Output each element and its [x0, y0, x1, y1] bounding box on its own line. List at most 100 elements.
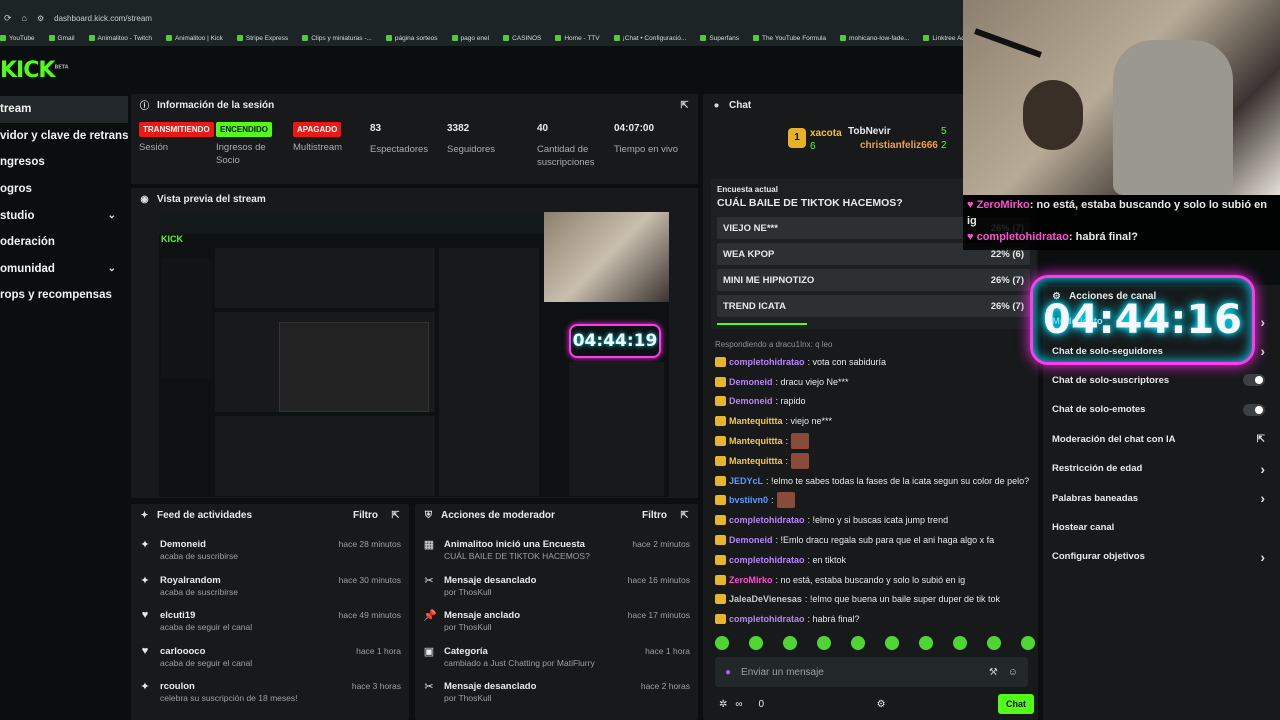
chat-username[interactable]: Mantequittta: [729, 456, 783, 466]
chat-send-button[interactable]: Chat: [998, 694, 1034, 714]
chat-message[interactable]: bvstiivn0:: [715, 491, 1035, 511]
channel-action-item[interactable]: Moderación del chat con IA ⇱: [1043, 425, 1280, 454]
toggle-switch[interactable]: [1243, 374, 1265, 387]
emote-icon[interactable]: [783, 636, 797, 650]
settings-icon[interactable]: ⚙: [877, 699, 886, 710]
list-item[interactable]: ♥ elcuti19 acaba de seguir el canal hace 49…: [131, 605, 409, 641]
bookmark[interactable]: Gmail: [48, 32, 75, 44]
stream-preview-video[interactable]: KICK 04:44:19: [159, 212, 669, 497]
sidebar-item[interactable]: ngresos: [0, 149, 128, 176]
emote-icon[interactable]: [1021, 636, 1035, 650]
poll-option[interactable]: TREND ICATA 26% (7): [717, 295, 1030, 317]
leader-second[interactable]: TobNevir: [848, 126, 891, 137]
chat-message[interactable]: completohidratao: habrá final?: [715, 609, 1035, 629]
emote-icon[interactable]: [715, 636, 729, 650]
chat-username[interactable]: Demoneid: [729, 377, 773, 387]
popout-icon[interactable]: ⇱: [679, 100, 690, 111]
emote-icon[interactable]: [885, 636, 899, 650]
chat-message[interactable]: completohidratao: en tiktok: [715, 550, 1035, 570]
emote-icon[interactable]: [817, 636, 831, 650]
chat-input[interactable]: ● Enviar un mensaje ⚒ ☺: [715, 657, 1028, 687]
bookmark[interactable]: Home - TTV: [555, 32, 600, 44]
leader-first[interactable]: xacota: [810, 128, 842, 139]
chat-username[interactable]: Demoneid: [729, 535, 773, 545]
sidebar-item[interactable]: studio ⌄: [0, 202, 128, 229]
bookmark[interactable]: página sorteos: [385, 32, 438, 44]
leader-third[interactable]: christianfeliz666: [860, 140, 938, 151]
chat-username[interactable]: completohidratao: [729, 357, 805, 367]
home-icon[interactable]: ⌂: [22, 13, 27, 23]
list-item[interactable]: ✦ Royalrandom acaba de suscribirse hace 30 …: [131, 570, 409, 606]
chat-message[interactable]: Mantequittta:: [715, 451, 1035, 471]
bookmark[interactable]: The YouTube Formula: [752, 32, 826, 44]
channel-action-item[interactable]: Configurar objetivos ›: [1043, 542, 1280, 571]
emote-icon[interactable]: [987, 636, 1001, 650]
emoji-icon[interactable]: ☺: [1008, 667, 1018, 678]
emote-icon[interactable]: [851, 636, 865, 650]
reload-icon[interactable]: ⟳: [4, 13, 12, 24]
bookmark[interactable]: mohicano-low-fade...: [840, 32, 909, 44]
chat-username[interactable]: JaleaDeVienesas: [729, 594, 802, 604]
bookmark[interactable]: CASINOS: [503, 32, 541, 44]
mod-filter-button[interactable]: Filtro: [642, 510, 667, 521]
chat-message[interactable]: ZeroMirko: no está, estaba buscando y so…: [715, 570, 1035, 590]
chat-username[interactable]: completohidratao: [729, 515, 805, 525]
channel-action-item[interactable]: Hostear canal: [1043, 513, 1280, 542]
toggle-switch[interactable]: [1243, 403, 1265, 416]
channel-action-item[interactable]: Palabras baneadas ›: [1043, 483, 1280, 512]
emote-icon[interactable]: [919, 636, 933, 650]
list-item[interactable]: ✦ rcoulon celebra su suscripción de 18 mes…: [131, 676, 409, 712]
poll-option[interactable]: MINI ME HIPNOTIZO 26% (7): [717, 269, 1030, 291]
bookmark[interactable]: Animalitoo | Kick: [165, 32, 223, 44]
list-item[interactable]: ♥ carloooco acaba de seguir el canal hace 1…: [131, 641, 409, 677]
mic-icon[interactable]: ●: [725, 667, 731, 678]
chat-username[interactable]: bvstiivn0: [729, 495, 768, 505]
chat-message[interactable]: JEDYcL: !elmo te sabes todas la fases de…: [715, 471, 1035, 491]
chat-message[interactable]: completohidratao: !elmo y si buscas icat…: [715, 510, 1035, 530]
chat-username[interactable]: completohidratao: [729, 614, 805, 624]
bookmark[interactable]: pago enel: [451, 32, 489, 44]
list-item[interactable]: ✦ Demoneid acaba de suscribirse hace 28 min…: [131, 534, 409, 570]
channel-action-item[interactable]: Restricción de edad ›: [1043, 454, 1280, 483]
chat-message[interactable]: Demoneid: rapido: [715, 392, 1035, 412]
sidebar-item[interactable]: vidor y clave de retransm: [0, 123, 128, 150]
bookmark[interactable]: ¡Chat • Configuració...: [613, 32, 686, 44]
chat-message[interactable]: Demoneid: dracu viejo Ne***: [715, 372, 1035, 392]
chat-username[interactable]: completohidratao: [729, 555, 805, 565]
chat-message[interactable]: Demoneid: !Emlo dracu regala sub para qu…: [715, 530, 1035, 550]
chat-username[interactable]: Demoneid: [729, 396, 773, 406]
sidebar-item[interactable]: omunidad ⌄: [0, 256, 128, 283]
channel-action-item[interactable]: Chat de solo-emotes: [1043, 395, 1280, 424]
bookmark[interactable]: Clips y miniaturas -...: [302, 32, 372, 44]
list-item[interactable]: ✂ Mensaje desanclado por ThosKull hace 2 ho…: [415, 676, 698, 712]
list-item[interactable]: ▦ Animalitoo inició una Encuesta CUÁL BAIL…: [415, 534, 698, 570]
chat-username[interactable]: ZeroMirko: [729, 575, 773, 585]
popout-icon[interactable]: ⇱: [679, 510, 690, 521]
sidebar-item[interactable]: tream: [0, 96, 128, 123]
bookmark[interactable]: Superfans: [700, 32, 739, 44]
emote-icon[interactable]: [953, 636, 967, 650]
kick-logo[interactable]: KICKBETA: [0, 58, 69, 83]
channel-action-item[interactable]: Chat de solo-suscriptores: [1043, 366, 1280, 395]
command-icon[interactable]: ⚒: [989, 667, 998, 678]
emote-icon[interactable]: [749, 636, 763, 650]
gift-icon[interactable]: ✲: [719, 699, 727, 710]
sidebar-item[interactable]: rops y recompensas: [0, 282, 128, 309]
list-item[interactable]: ▣ Categoría cambiado a Just Chatting por M…: [415, 641, 698, 677]
url-text[interactable]: dashboard.kick.com/stream: [54, 14, 152, 23]
infinity-icon[interactable]: ∞: [735, 699, 742, 710]
chat-username[interactable]: JEDYcL: [729, 476, 763, 486]
chat-message[interactable]: Mantequittta:: [715, 431, 1035, 451]
chat-username[interactable]: Mantequittta: [729, 416, 783, 426]
feed-filter-button[interactable]: Filtro: [353, 510, 378, 521]
bookmark[interactable]: Animalitoo - Twitch: [88, 32, 152, 44]
list-item[interactable]: 📌 Mensaje anclado por ThosKull hace 17 minu…: [415, 605, 698, 641]
chat-username[interactable]: Mantequittta: [729, 436, 783, 446]
chat-message[interactable]: Mantequittta: viejo ne***: [715, 411, 1035, 431]
sidebar-item[interactable]: oderación: [0, 229, 128, 256]
chat-message[interactable]: JaleaDeVienesas: !elmo que buena un bail…: [715, 590, 1035, 610]
popout-icon[interactable]: ⇱: [390, 510, 401, 521]
chat-message[interactable]: completohidratao: vota con sabiduría: [715, 352, 1035, 372]
address-bar[interactable]: ⟳ ⌂ ⚙ dashboard.kick.com/stream: [0, 8, 970, 28]
bookmark[interactable]: Stripe Express: [236, 32, 288, 44]
